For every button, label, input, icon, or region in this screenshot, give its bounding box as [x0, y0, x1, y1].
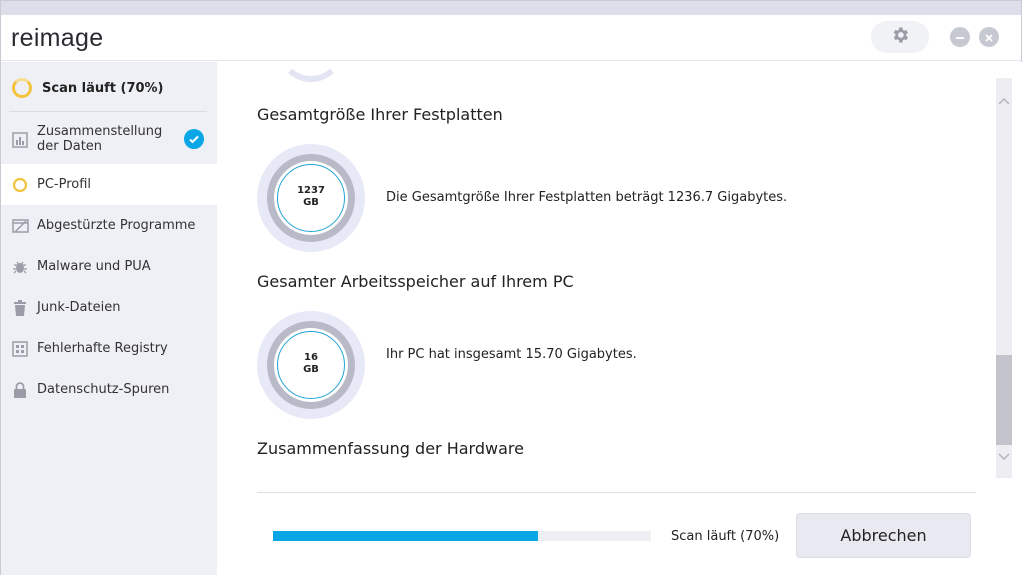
- bug-icon: [11, 258, 29, 276]
- sidebar-item-junk-files[interactable]: Junk-Dateien: [1, 287, 217, 328]
- vertical-scrollbar[interactable]: [996, 78, 1012, 478]
- ram-size-description: Ihr PC hat insgesamt 15.70 Gigabytes.: [386, 347, 637, 362]
- ram-size-value: 16: [304, 352, 318, 363]
- minimize-button[interactable]: [950, 27, 970, 47]
- sidebar: Scan läuft (70%) Zusammenstellung der Da…: [1, 62, 217, 575]
- scan-progress-bar: [273, 531, 651, 541]
- sidebar-item-label: Abgestürzte Programme: [37, 218, 196, 233]
- app-header: reimage: [1, 15, 1021, 61]
- disk-size-gauge: 1237 GB: [257, 144, 365, 252]
- scan-status: Scan läuft (70%): [1, 62, 217, 112]
- previous-item-arc: [279, 22, 343, 82]
- minimize-icon: [955, 28, 965, 47]
- lock-icon: [11, 381, 29, 399]
- settings-button[interactable]: [871, 21, 929, 53]
- scroll-down-button[interactable]: [996, 448, 1012, 462]
- ram-size-unit: GB: [303, 364, 319, 375]
- sidebar-item-label: Fehlerhafte Registry: [37, 341, 168, 356]
- cancel-button[interactable]: Abbrechen: [796, 513, 971, 558]
- chevron-up-icon: [998, 90, 1010, 109]
- footer-divider: [257, 492, 976, 493]
- app-window: reimage Scan läuft (70%) Zusammenstellun…: [0, 0, 1022, 575]
- registry-icon: [11, 340, 29, 358]
- sidebar-item-label: Datenschutz-Spuren: [37, 382, 170, 397]
- main-panel: Gesamtgröße Ihrer Festplatten 1237 GB Di…: [217, 62, 1022, 575]
- close-button[interactable]: [979, 27, 999, 47]
- sidebar-item-label: Zusammenstellung der Daten: [37, 124, 163, 154]
- scan-progress-icon: [12, 78, 32, 98]
- section-title-hardware: Zusammenfassung der Hardware: [257, 439, 524, 458]
- sidebar-item-label: Malware und PUA: [37, 259, 151, 274]
- disk-size-description: Die Gesamtgröße Ihrer Festplatten beträg…: [386, 190, 788, 205]
- app-logo: reimage: [11, 24, 104, 52]
- sidebar-item-crashed-programs[interactable]: Abgestürzte Programme: [1, 205, 217, 246]
- sidebar-item-data-collection[interactable]: Zusammenstellung der Daten: [1, 119, 217, 160]
- sidebar-item-malware[interactable]: Malware und PUA: [1, 246, 217, 287]
- sidebar-item-registry[interactable]: Fehlerhafte Registry: [1, 328, 217, 369]
- sidebar-item-label: Junk-Dateien: [37, 300, 121, 315]
- scan-progress-label: Scan läuft (70%): [671, 529, 780, 544]
- crashed-window-icon: [11, 217, 29, 235]
- sidebar-item-pc-profile[interactable]: PC-Profil: [1, 164, 217, 205]
- disk-size-unit: GB: [303, 197, 319, 208]
- gear-icon: [890, 25, 910, 49]
- progress-ring-icon: [11, 176, 29, 194]
- trash-icon: [11, 299, 29, 317]
- scroll-up-button[interactable]: [996, 92, 1012, 106]
- disk-size-value: 1237: [297, 185, 325, 196]
- check-icon: [184, 129, 204, 149]
- scan-progress-fill: [273, 531, 538, 541]
- ram-size-gauge: 16 GB: [257, 311, 365, 419]
- section-title-ram: Gesamter Arbeitsspeicher auf Ihrem PC: [257, 272, 574, 291]
- chart-icon: [11, 131, 29, 149]
- scrollbar-thumb[interactable]: [996, 355, 1012, 445]
- close-icon: [984, 28, 994, 47]
- section-title-disks: Gesamtgröße Ihrer Festplatten: [257, 105, 503, 124]
- title-strip: [1, 1, 1021, 15]
- scan-status-label: Scan läuft (70%): [42, 81, 164, 96]
- sidebar-item-privacy[interactable]: Datenschutz-Spuren: [1, 369, 217, 410]
- sidebar-item-label: PC-Profil: [37, 177, 92, 192]
- sidebar-divider: [9, 111, 207, 112]
- chevron-down-icon: [998, 446, 1010, 465]
